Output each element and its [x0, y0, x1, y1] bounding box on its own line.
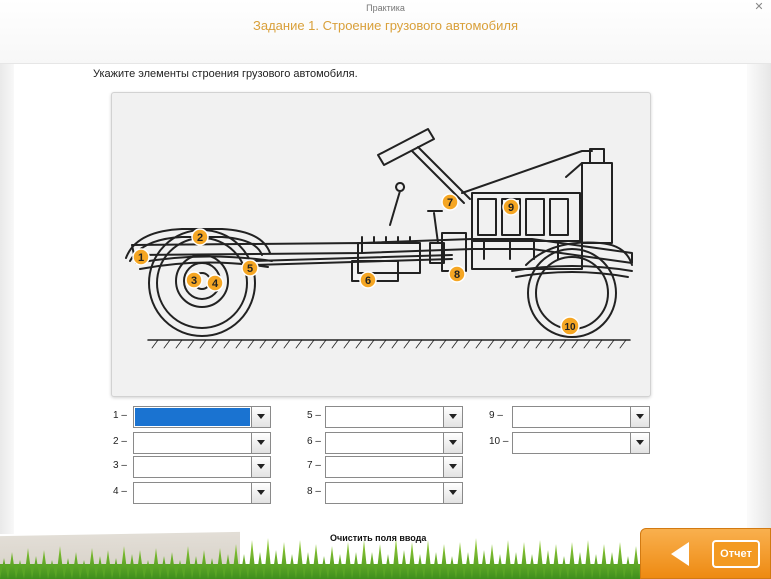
chevron-down-icon[interactable]: [443, 433, 462, 453]
header-bar: Практика Задание 1. Строение грузового а…: [0, 0, 771, 64]
chevron-down-icon[interactable]: [630, 407, 649, 427]
page-title: Задание 1. Строение грузового автомобиля: [253, 18, 518, 33]
answer-field-2: 2 –: [113, 432, 271, 454]
truck-diagram-panel: 1 2 3 4 5 6 7 8 9 10: [111, 92, 651, 397]
answer-select-9[interactable]: [512, 406, 650, 428]
answer-field-6: 6 –: [307, 432, 464, 454]
select-value-3: [135, 458, 250, 476]
svg-text:9: 9: [508, 202, 514, 214]
chevron-down-icon[interactable]: [630, 433, 649, 453]
chevron-down-icon[interactable]: [251, 457, 270, 477]
select-value-7: [327, 458, 442, 476]
select-value-5: [327, 408, 442, 426]
svg-text:3: 3: [191, 275, 197, 287]
answer-select-5[interactable]: [325, 406, 463, 428]
marker-4: 4: [206, 274, 224, 292]
field-label-7: 7 –: [307, 460, 321, 471]
chevron-down-icon[interactable]: [251, 433, 270, 453]
answer-select-2[interactable]: [133, 432, 271, 454]
right-page-edge: [747, 64, 771, 534]
marker-8: 8: [448, 265, 466, 283]
answer-select-8[interactable]: [325, 482, 463, 504]
field-label-2: 2 –: [113, 436, 127, 447]
select-value-1: [135, 408, 250, 426]
answer-field-10: 10 –: [489, 432, 651, 454]
answer-select-7[interactable]: [325, 456, 463, 478]
marker-1: 1: [132, 248, 150, 266]
truck-diagram: 1 2 3 4 5 6 7 8 9 10: [125, 128, 633, 349]
field-label-10: 10 –: [489, 436, 509, 447]
chevron-down-icon[interactable]: [443, 483, 462, 503]
clear-fields-button[interactable]: Очистить поля ввода: [330, 533, 426, 543]
svg-text:8: 8: [454, 269, 460, 281]
svg-text:5: 5: [247, 263, 253, 275]
answer-field-8: 8 –: [307, 482, 464, 504]
task-instruction: Укажите элементы строения грузового авто…: [93, 68, 358, 80]
answer-field-9: 9 –: [489, 406, 651, 428]
left-page-edge: [0, 64, 14, 534]
select-value-10: [514, 434, 629, 452]
navigation-panel: Отчет: [640, 528, 771, 579]
field-label-5: 5 –: [307, 410, 321, 421]
report-button[interactable]: Отчет: [712, 540, 760, 568]
marker-3: 3: [185, 271, 203, 289]
svg-text:6: 6: [365, 275, 371, 287]
close-icon[interactable]: ✕: [753, 1, 765, 13]
select-value-4: [135, 484, 250, 502]
answer-select-1[interactable]: [133, 406, 271, 428]
svg-text:4: 4: [212, 278, 219, 290]
section-subtitle: Практика: [366, 3, 405, 13]
select-value-8: [327, 484, 442, 502]
answer-select-6[interactable]: [325, 432, 463, 454]
svg-text:7: 7: [447, 197, 453, 209]
marker-6: 6: [359, 271, 377, 289]
field-label-6: 6 –: [307, 436, 321, 447]
answer-select-10[interactable]: [512, 432, 650, 454]
marker-9: 9: [502, 198, 520, 216]
answer-field-1: 1 –: [113, 406, 271, 428]
field-label-1: 1 –: [113, 410, 127, 421]
field-label-9: 9 –: [489, 410, 503, 421]
marker-5: 5: [241, 259, 259, 277]
marker-10: 10: [560, 316, 580, 336]
answer-field-7: 7 –: [307, 456, 464, 478]
field-label-4: 4 –: [113, 486, 127, 497]
answer-field-5: 5 –: [307, 406, 464, 428]
answer-field-3: 3 –: [113, 456, 271, 478]
answer-select-3[interactable]: [133, 456, 271, 478]
chevron-down-icon[interactable]: [251, 407, 270, 427]
marker-7: 7: [441, 193, 459, 211]
field-label-3: 3 –: [113, 460, 127, 471]
answer-field-4: 4 –: [113, 482, 271, 504]
select-value-2: [135, 434, 250, 452]
chevron-down-icon[interactable]: [443, 457, 462, 477]
chevron-down-icon[interactable]: [443, 407, 462, 427]
select-value-6: [327, 434, 442, 452]
select-value-9: [514, 408, 629, 426]
svg-text:2: 2: [197, 232, 203, 244]
svg-text:1: 1: [138, 252, 144, 264]
chevron-down-icon[interactable]: [251, 483, 270, 503]
marker-2: 2: [191, 228, 209, 246]
answer-select-4[interactable]: [133, 482, 271, 504]
svg-text:10: 10: [564, 322, 576, 333]
field-label-8: 8 –: [307, 486, 321, 497]
back-arrow-icon[interactable]: [671, 542, 689, 566]
